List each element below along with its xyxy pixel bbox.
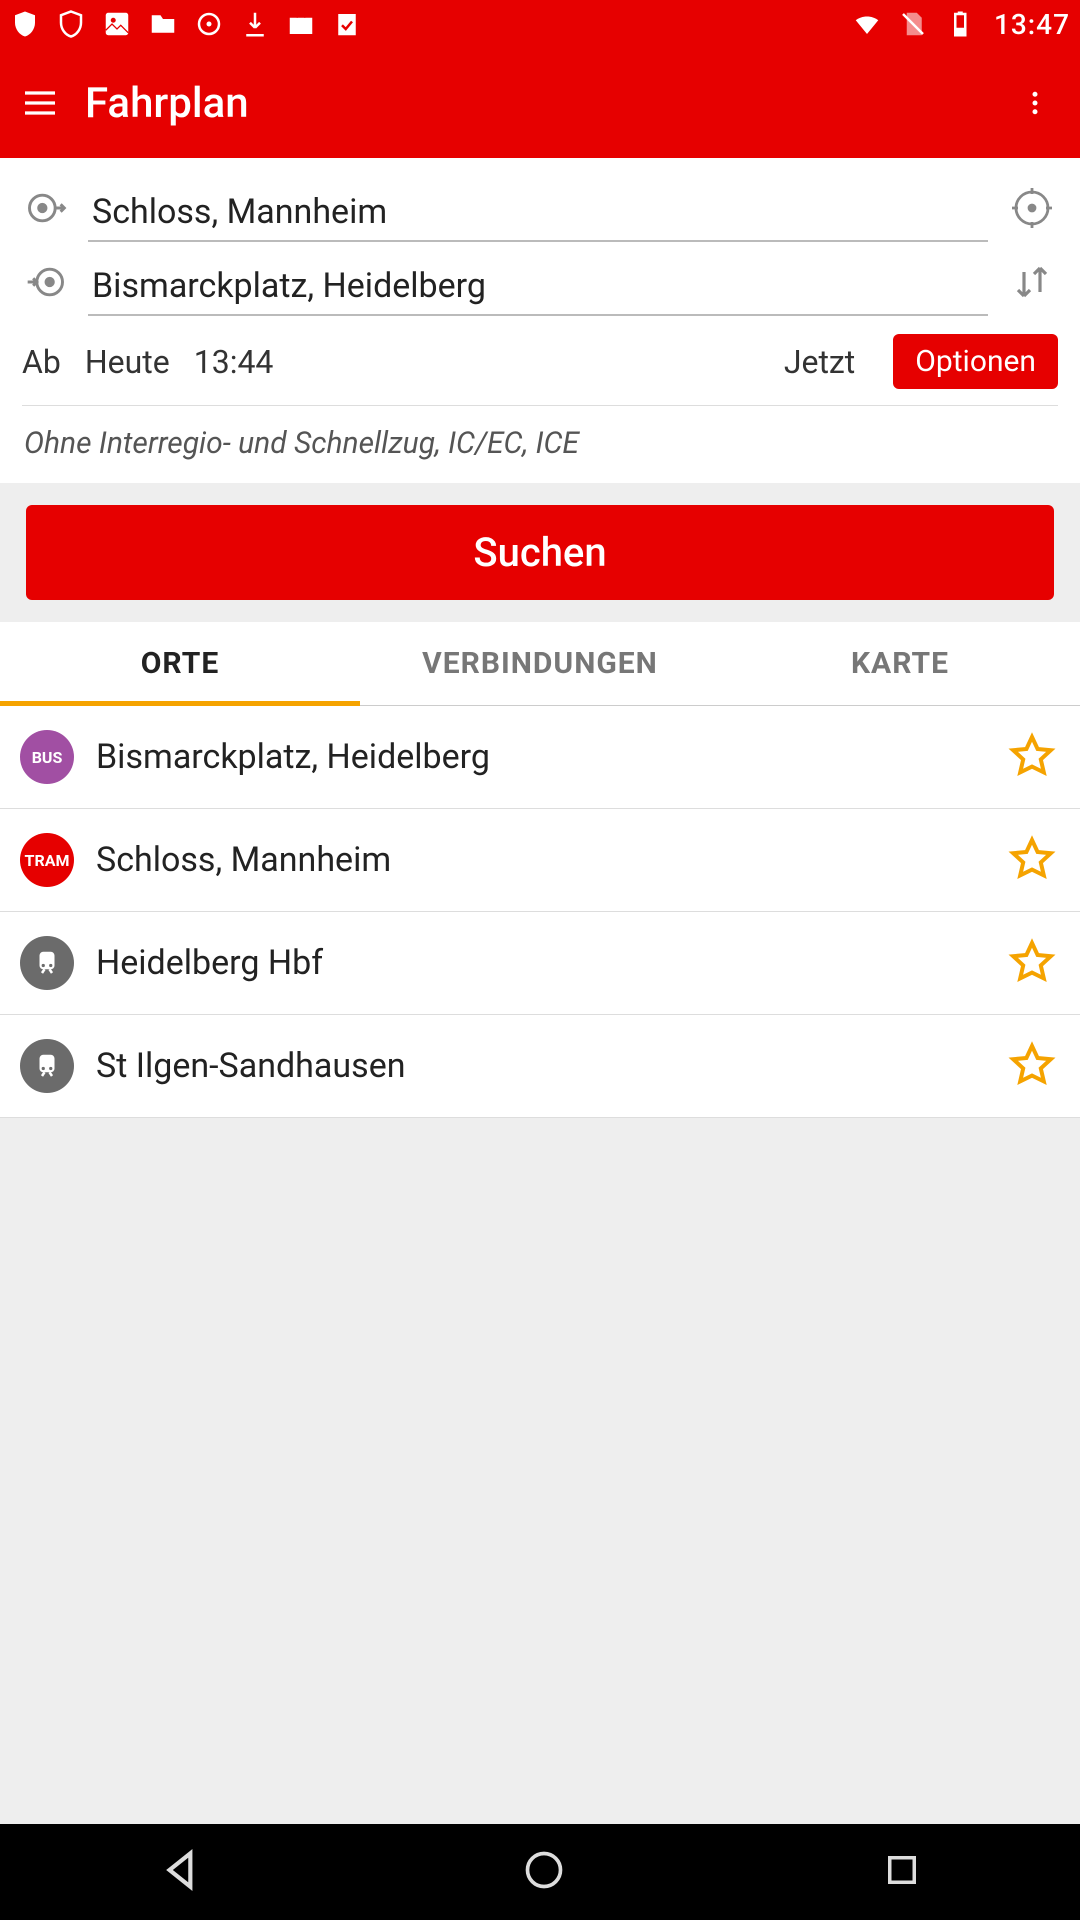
depart-arrive-toggle[interactable]: Ab xyxy=(22,343,61,381)
place-label: St Ilgen-Sandhausen xyxy=(96,1046,986,1086)
now-button[interactable]: Jetzt xyxy=(784,343,855,381)
origin-icon xyxy=(18,186,74,230)
origin-row xyxy=(18,174,1062,242)
star-outline-icon xyxy=(1008,1040,1056,1088)
active-filters-note: Ohne Interregio- und Schnellzug, IC/EC, … xyxy=(18,406,1062,483)
download-icon xyxy=(240,9,270,39)
clipboard-check-icon xyxy=(332,9,362,39)
destination-row xyxy=(18,248,1062,316)
swap-button[interactable] xyxy=(1002,252,1062,312)
nav-home-icon xyxy=(522,1848,566,1892)
bus-badge-icon: BUS xyxy=(20,730,74,784)
status-icons-right: 13:47 xyxy=(852,8,1070,41)
no-sim-icon xyxy=(898,9,928,39)
tram-badge-icon: TRAM xyxy=(20,833,74,887)
briefcase-icon xyxy=(286,9,316,39)
favorite-button[interactable] xyxy=(1008,937,1060,989)
place-label: Schloss, Mannheim xyxy=(96,840,986,880)
image-icon xyxy=(102,9,132,39)
tab-orte[interactable]: ORTE xyxy=(0,622,360,706)
target-small-icon xyxy=(194,9,224,39)
star-outline-icon xyxy=(1008,834,1056,882)
train-badge-icon xyxy=(20,1039,74,1093)
home-button[interactable] xyxy=(522,1848,566,1896)
status-clock: 13:47 xyxy=(994,8,1070,41)
battery-low-icon xyxy=(944,9,974,39)
shield-icon xyxy=(10,9,40,39)
menu-button[interactable] xyxy=(20,83,85,123)
locate-me-button[interactable] xyxy=(1002,178,1062,238)
list-item[interactable]: TRAM Schloss, Mannheim xyxy=(0,809,1080,912)
nav-back-icon xyxy=(157,1845,207,1895)
page-title: Fahrplan xyxy=(85,79,1010,128)
result-tabs: ORTE VERBINDUNGEN KARTE xyxy=(0,622,1080,706)
destination-input[interactable] xyxy=(88,248,988,316)
place-label: Bismarckplatz, Heidelberg xyxy=(96,737,986,777)
tab-verbindungen[interactable]: VERBINDUNGEN xyxy=(360,622,720,706)
wifi-icon xyxy=(852,9,882,39)
swap-vert-icon xyxy=(1008,258,1056,306)
options-button[interactable]: Optionen xyxy=(893,334,1058,389)
place-label: Heidelberg Hbf xyxy=(96,943,986,983)
recents-button[interactable] xyxy=(881,1849,923,1895)
nav-recents-icon xyxy=(881,1849,923,1891)
search-button[interactable]: Suchen xyxy=(26,505,1054,600)
more-vert-icon xyxy=(1020,83,1050,123)
train-badge-icon xyxy=(20,936,74,990)
overflow-menu-button[interactable] xyxy=(1010,83,1060,123)
list-item[interactable]: St Ilgen-Sandhausen xyxy=(0,1015,1080,1118)
back-button[interactable] xyxy=(157,1845,207,1899)
search-button-container: Suchen xyxy=(0,483,1080,622)
favorite-button[interactable] xyxy=(1008,1040,1060,1092)
folder-icon xyxy=(148,9,178,39)
favorite-button[interactable] xyxy=(1008,731,1060,783)
app-bar: Fahrplan xyxy=(0,48,1080,158)
tab-karte[interactable]: KARTE xyxy=(720,622,1080,706)
status-icons-left xyxy=(10,9,362,39)
crosshair-icon xyxy=(1008,184,1056,232)
date-picker[interactable]: Heute xyxy=(85,343,170,381)
time-picker[interactable]: 13:44 xyxy=(194,343,274,381)
system-nav-bar xyxy=(0,1824,1080,1920)
favorite-button[interactable] xyxy=(1008,834,1060,886)
time-row: Ab Heute 13:44 Jetzt Optionen xyxy=(18,316,1062,405)
shield-outline-icon xyxy=(56,9,86,39)
journey-form: Ab Heute 13:44 Jetzt Optionen Ohne Inter… xyxy=(0,158,1080,483)
places-list: BUS Bismarckplatz, Heidelberg TRAM Schlo… xyxy=(0,706,1080,1824)
origin-input[interactable] xyxy=(88,174,988,242)
star-outline-icon xyxy=(1008,937,1056,985)
list-item[interactable]: BUS Bismarckplatz, Heidelberg xyxy=(0,706,1080,809)
destination-icon xyxy=(18,260,74,304)
status-bar: 13:47 xyxy=(0,0,1080,48)
list-item[interactable]: Heidelberg Hbf xyxy=(0,912,1080,1015)
hamburger-icon xyxy=(20,83,60,123)
star-outline-icon xyxy=(1008,731,1056,779)
